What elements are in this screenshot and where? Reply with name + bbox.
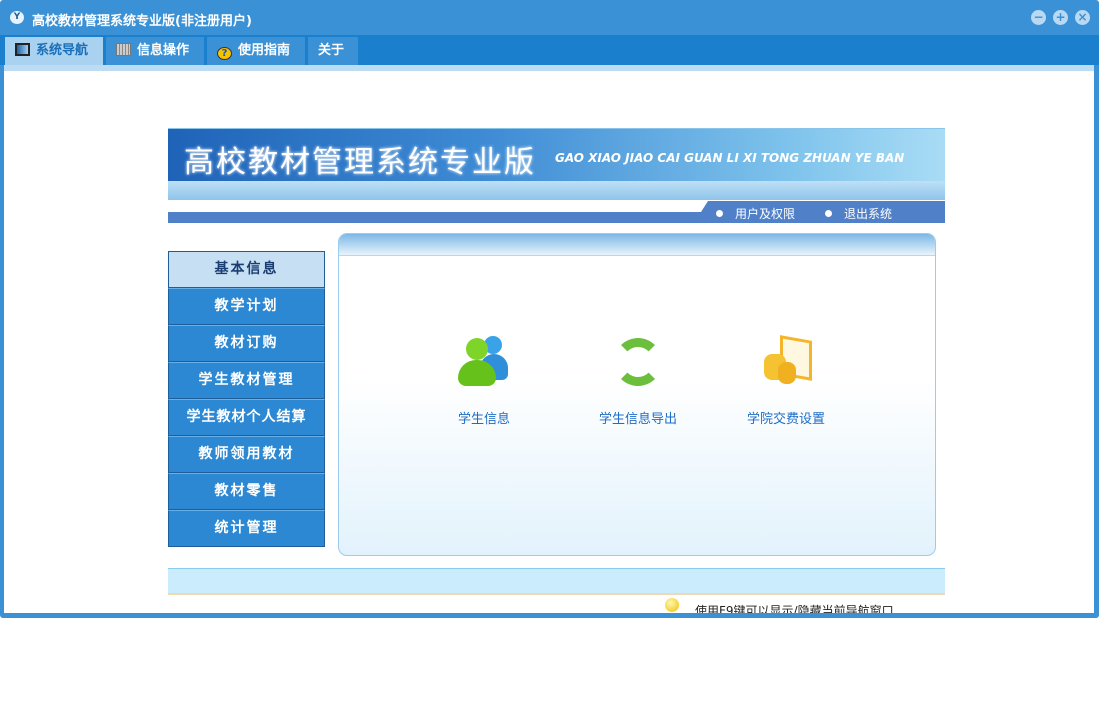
tab-bar: 系统导航 信息操作 ? 使用指南 关于 [0,35,1099,65]
banner-title: 高校教材管理系统专业版 [184,145,536,180]
panel-header [339,234,935,256]
status-area: 使用F9键可以显示/隐藏当前导航窗口 [168,568,945,613]
tab-guide[interactable]: ? 使用指南 [207,37,305,65]
tab-label: 使用指南 [238,43,291,58]
maximize-icon[interactable]: + [1053,10,1068,25]
menu-teacher-textbook[interactable]: 教师领用教材 [168,436,325,473]
tab-label: 系统导航 [36,43,89,58]
function-label: 学生信息 [457,412,510,427]
banner-pinyin: GAO XIAO JIAO CAI GUAN LI XI TONG ZHUAN … [555,151,905,165]
menu-textbook-order[interactable]: 教材订购 [168,325,325,362]
lightbulb-icon [665,598,679,612]
yf-logo-icon: Y [10,11,24,24]
menu-student-settlement[interactable]: 学生教材个人结算 [168,399,325,436]
top-links: 用户及权限 退出系统 [694,201,945,223]
minimize-icon[interactable]: − [1031,10,1046,25]
monitor-icon [15,43,30,56]
bullet-icon [825,210,832,217]
tab-about[interactable]: 关于 [308,37,358,65]
grid-icon [116,43,131,56]
coins-icon [756,332,816,392]
tab-label: 信息操作 [137,43,190,58]
help-icon: ? [217,47,232,60]
tab-info-ops[interactable]: 信息操作 [106,37,204,65]
tab-system-nav[interactable]: 系统导航 [5,37,103,65]
menu-statistics[interactable]: 统计管理 [168,510,325,547]
side-menu: 基本信息 教学计划 教材订购 学生教材管理 学生教材个人结算 教师领用教材 教材… [168,251,325,547]
link-label: 退出系统 [844,207,893,221]
student-export-button[interactable]: 学生信息导出 [583,332,693,427]
menu-student-textbook[interactable]: 学生教材管理 [168,362,325,399]
college-fee-button[interactable]: 学院交费设置 [731,332,841,427]
function-panel: 学生信息 学生信息导出 学院交费设置 [338,233,936,556]
function-label: 学生信息导出 [598,412,677,427]
menu-teaching-plan[interactable]: 教学计划 [168,288,325,325]
tip-text: 使用F9键可以显示/隐藏当前导航窗口 [695,604,894,613]
users-icon [454,332,514,392]
link-label: 用户及权限 [735,207,796,221]
tab-label: 关于 [318,43,345,58]
close-icon[interactable]: × [1075,10,1090,25]
client-area: 高校教材管理系统专业版 GAO XIAO JIAO CAI GUAN LI XI… [4,71,1094,613]
window-title: 高校教材管理系统专业版(非注册用户) [32,14,252,29]
function-label: 学院交费设置 [746,412,825,427]
menu-retail[interactable]: 教材零售 [168,473,325,510]
student-info-button[interactable]: 学生信息 [429,332,539,427]
users-permissions-link[interactable]: 用户及权限 [716,205,795,222]
menu-basic-info[interactable]: 基本信息 [168,251,325,288]
tip-bar: 使用F9键可以显示/隐藏当前导航窗口 [168,593,945,613]
app-window: Y 高校教材管理系统专业版(非注册用户) − + × 系统导航 信息操作 ? 使用… [0,0,1099,618]
title-bar[interactable]: Y 高校教材管理系统专业版(非注册用户) − + × [0,0,1099,35]
bullet-icon [716,210,723,217]
banner: 高校教材管理系统专业版 GAO XIAO JIAO CAI GUAN LI XI… [168,128,945,200]
refresh-icon [608,332,668,392]
banner-subbar [168,181,945,200]
exit-system-link[interactable]: 退出系统 [825,205,892,222]
